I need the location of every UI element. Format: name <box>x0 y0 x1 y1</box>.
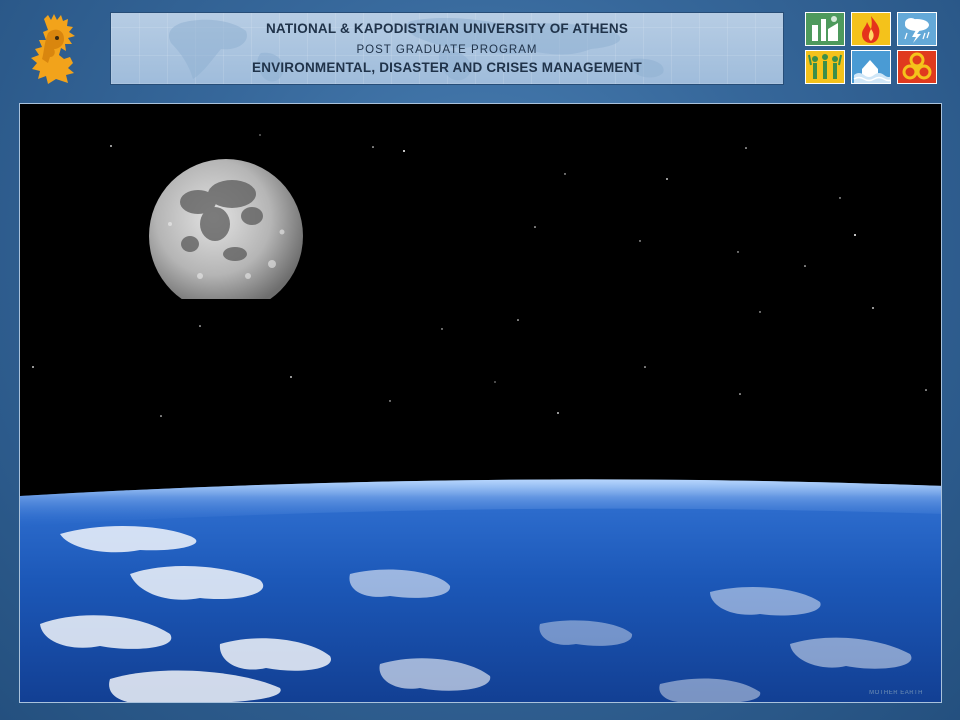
storm-icon <box>897 12 937 46</box>
earth <box>20 479 941 702</box>
program-name: ENVIRONMENTAL, DISASTER AND CRISES MANAG… <box>251 60 642 75</box>
header-banner: NATIONAL & KAPODISTRIAN UNIVERSITY OF AT… <box>110 12 784 85</box>
people-icon <box>805 50 845 84</box>
university-logo <box>26 13 84 85</box>
moon <box>149 159 303 299</box>
photo-credit: MOTHER EARTH <box>869 690 923 696</box>
athena-head-icon <box>31 14 75 84</box>
biohazard-icon <box>897 50 937 84</box>
university-name: NATIONAL & KAPODISTRIAN UNIVERSITY OF AT… <box>265 21 629 36</box>
flood-icon <box>851 50 893 84</box>
space-photo: MOTHER EARTH <box>19 103 942 703</box>
fire-icon <box>851 12 891 46</box>
program-type: POST GRADUATE PROGRAM <box>356 44 538 56</box>
hazard-icon-grid <box>805 12 939 84</box>
moon-earth-illustration <box>20 104 941 702</box>
industrial-hazard-icon <box>805 12 845 46</box>
